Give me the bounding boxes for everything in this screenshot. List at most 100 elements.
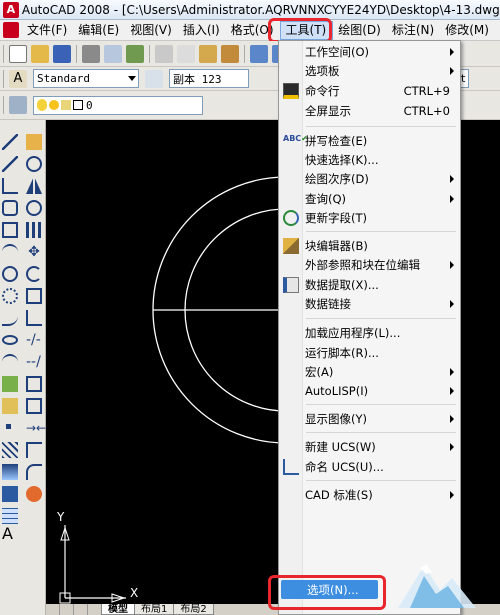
lock-icon (61, 100, 71, 110)
menu-item-spelling[interactable]: ABC✔ 拼写检查(E) (279, 131, 460, 150)
system-menu-icon[interactable] (3, 22, 19, 38)
menu-item-options[interactable]: 选项(N)... (281, 580, 378, 599)
menu-item-xref-in-place-edit[interactable]: 外部参照和块在位编辑 (279, 255, 460, 274)
menu-item-shortcut: CTRL+0 (403, 103, 450, 118)
cut-icon[interactable] (155, 44, 173, 63)
menu-item-run-script[interactable]: 运行脚本(R)... (279, 343, 460, 362)
copy-icon[interactable] (177, 44, 195, 63)
menu-item-label: 显示图像(Y) (305, 411, 367, 426)
menu-item-workspaces[interactable]: 工作空间(O) (279, 42, 460, 61)
publish-icon[interactable] (126, 44, 144, 63)
block-editor-icon (283, 238, 299, 254)
ellipse-arc-icon[interactable] (2, 354, 18, 370)
tab-nav-next-icon[interactable] (74, 604, 88, 615)
explode-icon[interactable] (26, 486, 42, 502)
gradient-icon[interactable] (2, 464, 18, 480)
join-icon[interactable]: →← (26, 420, 46, 436)
trim-icon[interactable]: -/- (26, 332, 42, 348)
submenu-arrow-icon (450, 300, 454, 308)
erase-icon[interactable] (26, 134, 42, 150)
menu-item-named-ucs[interactable]: 命名 UCS(U)... (279, 457, 460, 476)
new-file-icon[interactable] (9, 44, 27, 63)
insert-block-icon[interactable] (2, 376, 18, 392)
menu-file[interactable]: 文件(F) (22, 21, 73, 40)
hatch-icon[interactable] (2, 442, 18, 458)
menu-format[interactable]: 格式(O) (226, 21, 280, 40)
menu-item-display-image[interactable]: 显示图像(Y) (279, 409, 460, 428)
break-icon[interactable] (26, 398, 42, 414)
layer-select[interactable]: 0 (33, 95, 203, 115)
menu-edit[interactable]: 编辑(E) (73, 21, 125, 40)
match-properties-icon[interactable] (221, 44, 239, 63)
layer-on-icon (37, 99, 47, 111)
construction-line-icon[interactable] (2, 156, 18, 172)
table-icon[interactable] (2, 508, 18, 524)
text-style-select[interactable]: Standard (33, 69, 139, 88)
menu-item-command-line[interactable]: 命令行 CTRL+9 (279, 81, 460, 100)
menu-tools[interactable]: 工具(T) (279, 20, 334, 40)
menu-dimension[interactable]: 标注(N) (387, 21, 440, 40)
rectangle-icon[interactable] (2, 222, 18, 238)
print-icon[interactable] (82, 44, 100, 63)
polygon-icon[interactable] (2, 200, 18, 216)
tab-model[interactable]: 模型 (101, 604, 135, 615)
menu-item-quick-select[interactable]: 快速选择(K)... (279, 150, 460, 169)
menu-view[interactable]: 视图(V) (125, 21, 178, 40)
paste-icon[interactable] (199, 44, 217, 63)
menu-item-new-ucs[interactable]: 新建 UCS(W) (279, 437, 460, 456)
menu-item-inquiry[interactable]: 查询(Q) (279, 189, 460, 208)
make-block-icon[interactable] (2, 398, 18, 414)
tab-nav-first-icon[interactable] (46, 604, 60, 615)
menu-item-cad-standards[interactable]: CAD 标准(S) (279, 485, 460, 504)
menu-draw[interactable]: 绘图(D) (333, 21, 387, 40)
multiline-text-icon[interactable]: A (2, 526, 18, 542)
copy-object-icon[interactable] (26, 156, 42, 172)
scale-icon[interactable] (26, 288, 42, 304)
submenu-arrow-icon (450, 175, 454, 183)
rotate-icon[interactable] (26, 266, 42, 282)
line-icon[interactable] (2, 134, 18, 150)
fillet-icon[interactable] (26, 464, 42, 480)
revision-cloud-icon[interactable] (2, 288, 18, 304)
open-file-icon[interactable] (31, 44, 49, 63)
ellipse-icon[interactable] (2, 335, 18, 345)
array-icon[interactable] (26, 222, 42, 238)
freeze-sun-icon (49, 100, 59, 110)
menu-modify[interactable]: 修改(M) (440, 21, 495, 40)
tab-layout1[interactable]: 布局1 (134, 604, 175, 615)
arc-icon[interactable] (2, 244, 18, 260)
point-icon[interactable] (6, 424, 11, 429)
offset-icon[interactable] (26, 200, 42, 216)
menu-item-block-editor[interactable]: 块编辑器(B) (279, 236, 460, 255)
menu-item-data-extraction[interactable]: 数据提取(X)... (279, 275, 460, 294)
menu-item-load-application[interactable]: 加载应用程序(L)... (279, 323, 460, 342)
chamfer-icon[interactable] (26, 442, 42, 458)
menu-separator (306, 404, 456, 405)
menu-item-macro[interactable]: 宏(A) (279, 362, 460, 381)
plot-preview-icon[interactable] (104, 44, 122, 63)
break-at-point-icon[interactable] (26, 376, 42, 392)
circle-icon[interactable] (2, 266, 18, 282)
move-icon[interactable]: ✥ (26, 244, 42, 260)
menu-item-data-links[interactable]: 数据链接 (279, 294, 460, 313)
save-icon[interactable] (53, 44, 71, 63)
mirror-icon[interactable] (26, 178, 42, 194)
spline-icon[interactable] (2, 310, 18, 326)
menu-item-clean-screen[interactable]: 全屏显示 CTRL+0 (279, 101, 460, 120)
polyline-icon[interactable] (2, 178, 18, 194)
menu-insert[interactable]: 插入(I) (178, 21, 226, 40)
region-icon[interactable] (2, 486, 18, 502)
menu-separator (306, 126, 456, 127)
menu-item-autolisp[interactable]: AutoLISP(I) (279, 381, 460, 400)
tab-nav-last-icon[interactable] (88, 604, 102, 615)
menu-item-draw-order[interactable]: 绘图次序(D) (279, 169, 460, 188)
tab-nav-prev-icon[interactable] (60, 604, 74, 615)
stretch-icon[interactable] (26, 310, 42, 326)
dim-style-select[interactable]: 副本 123 (169, 69, 249, 88)
undo-icon[interactable] (250, 44, 268, 63)
menu-item-palettes[interactable]: 选项板 (279, 61, 460, 80)
extend-icon[interactable]: --/ (26, 354, 42, 370)
tab-layout2[interactable]: 布局2 (173, 604, 214, 615)
menu-item-update-fields[interactable]: 更新字段(T) (279, 208, 460, 227)
layer-manager-icon[interactable] (9, 96, 27, 114)
